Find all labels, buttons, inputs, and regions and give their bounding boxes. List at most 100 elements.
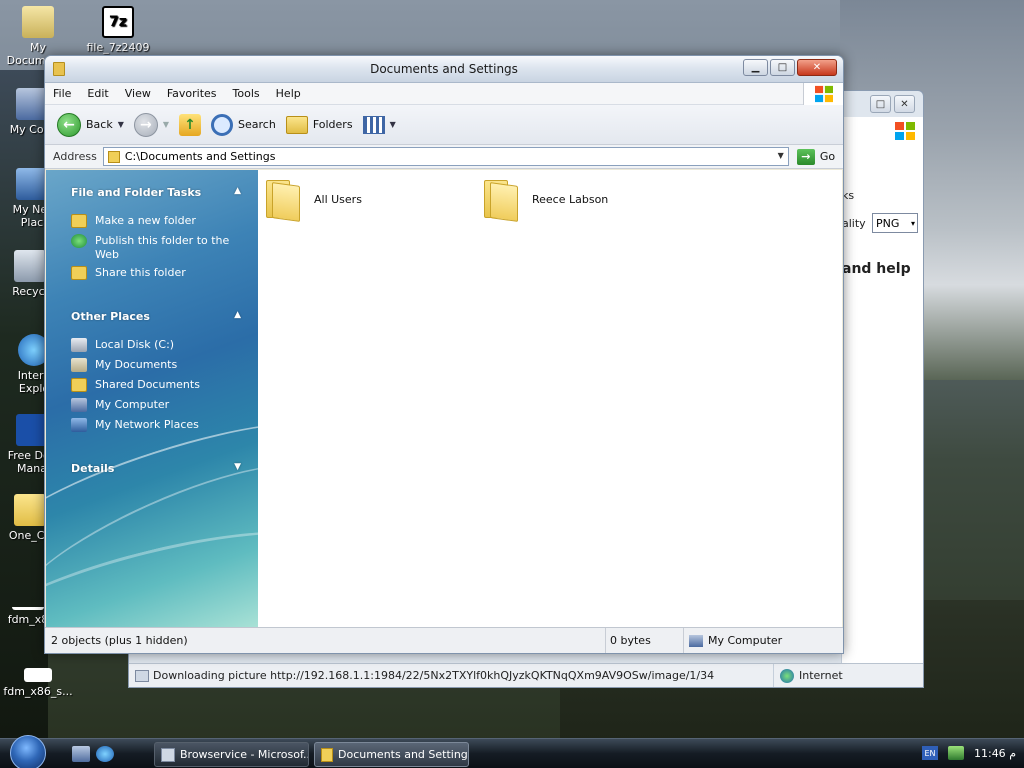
window-controls: ▁ □ ✕ — [743, 59, 837, 76]
file-item-all-users[interactable]: All Users — [264, 178, 362, 222]
folder-icon — [14, 494, 46, 526]
collapse-icon[interactable]: ▲ — [234, 310, 241, 320]
file-item-reece-labson[interactable]: Reece Labson — [482, 178, 608, 222]
back-arrow-icon: ← — [57, 112, 81, 137]
archive-icon: 7z — [102, 6, 134, 38]
file-list: All Users Reece Labson — [258, 170, 842, 628]
search-button[interactable]: Search — [211, 113, 276, 136]
computer-icon — [71, 398, 87, 412]
maximize-button[interactable]: □ — [770, 59, 795, 76]
place-my-computer[interactable]: My Computer — [71, 398, 241, 412]
go-button[interactable]: → Go — [796, 148, 835, 165]
hard-drive-icon — [71, 338, 87, 352]
task-make-new-folder[interactable]: Make a new folder — [71, 214, 241, 228]
collapse-icon[interactable]: ▲ — [234, 186, 241, 196]
menu-bar: File Edit View Favorites Tools Help — [45, 83, 843, 105]
internet-explorer-icon[interactable] — [96, 746, 114, 762]
publish-web-icon — [71, 234, 87, 248]
task-publish-folder[interactable]: Publish this folder to the Web — [71, 234, 241, 262]
title-bar[interactable]: Documents and Settings ▁ □ ✕ — [45, 56, 843, 83]
place-my-network-places[interactable]: My Network Places — [71, 418, 241, 432]
windows-logo-icon — [803, 83, 843, 105]
menu-favorites[interactable]: Favorites — [159, 87, 225, 100]
task-pane: File and Folder Tasks ▲ Make a new folde… — [46, 170, 258, 628]
status-size: 0 bytes — [605, 628, 683, 653]
download-arrow-icon — [12, 578, 44, 610]
folder-icon — [264, 178, 302, 222]
place-shared-documents[interactable]: Shared Documents — [71, 378, 241, 392]
clock[interactable]: 11:46 م — [974, 747, 1016, 760]
task-share-folder[interactable]: Share this folder — [71, 266, 241, 280]
taskbar-button-explorer[interactable]: Documents and Settings — [314, 742, 469, 767]
place-my-documents[interactable]: My Documents — [71, 358, 241, 372]
status-message: Downloading picture http://192.168.1.1:1… — [129, 669, 769, 682]
envelope-icon — [24, 668, 52, 682]
details-header[interactable]: Details ▼ — [71, 462, 241, 475]
status-bar: 2 objects (plus 1 hidden) 0 bytes My Com… — [45, 627, 843, 653]
recycle-bin-icon — [14, 250, 46, 282]
folder-icon — [22, 6, 54, 38]
address-input[interactable]: C:\Documents and Settings ▼ — [102, 147, 789, 166]
up-button[interactable]: ↑ — [179, 113, 202, 136]
menu-edit[interactable]: Edit — [79, 87, 116, 100]
quality-label-fragment: ality — [842, 217, 866, 230]
taskbar-button-browser[interactable]: Browservice - Microsof... — [154, 742, 309, 767]
new-folder-icon — [71, 214, 87, 228]
security-zone: Internet — [773, 664, 923, 687]
other-places-header[interactable]: Other Places ▲ — [71, 310, 241, 323]
browser-window-controls: □ ✕ — [870, 95, 915, 113]
network-status-icon[interactable] — [947, 746, 964, 760]
forward-arrow-icon: → — [133, 112, 158, 137]
toolbar: ← Back ▼ → ▼ ↑ Search Folders ▼ — [45, 105, 843, 145]
menu-tools[interactable]: Tools — [225, 87, 268, 100]
language-indicator[interactable]: EN — [921, 746, 938, 760]
folders-button[interactable]: Folders — [285, 115, 353, 134]
main-content: File and Folder Tasks ▲ Make a new folde… — [46, 170, 842, 628]
globe-icon — [780, 668, 794, 683]
folder-icon — [321, 747, 333, 762]
explorer-window[interactable]: Documents and Settings ▁ □ ✕ File Edit V… — [44, 55, 844, 654]
status-object-count: 2 objects (plus 1 hidden) — [51, 634, 188, 647]
folders-icon — [285, 115, 308, 134]
chevron-down-icon[interactable]: ▼ — [118, 120, 124, 129]
window-title: Documents and Settings — [370, 62, 518, 76]
folder-icon — [482, 178, 520, 222]
menu-view[interactable]: View — [117, 87, 159, 100]
expand-icon[interactable]: ▼ — [234, 462, 241, 472]
status-location: My Computer — [683, 628, 843, 653]
forward-button[interactable]: → ▼ — [133, 112, 169, 137]
address-label: Address — [53, 150, 97, 163]
chevron-down-icon[interactable]: ▼ — [778, 151, 784, 160]
close-button[interactable]: ✕ — [894, 95, 915, 113]
browser-status-bar: Downloading picture http://192.168.1.1:1… — [129, 663, 923, 687]
chevron-down-icon[interactable]: ▼ — [163, 120, 169, 129]
views-icon — [362, 115, 385, 134]
search-icon — [211, 113, 234, 136]
page-icon — [135, 669, 149, 682]
address-bar: Address C:\Documents and Settings ▼ → Go — [45, 145, 843, 169]
back-button[interactable]: ← Back ▼ — [57, 112, 124, 137]
share-folder-icon — [71, 266, 87, 280]
system-tray: EN 11:46 م — [921, 746, 1016, 760]
file-folder-tasks-header[interactable]: File and Folder Tasks ▲ — [71, 186, 241, 199]
folder-icon — [107, 150, 120, 163]
desktop-icon-7z-file[interactable]: 7z file_7z2409 — [80, 6, 156, 54]
place-local-disk[interactable]: Local Disk (C:) — [71, 338, 241, 352]
minimize-button[interactable]: ▁ — [743, 59, 768, 76]
views-button[interactable]: ▼ — [362, 115, 396, 134]
desktop-icon-fdm-setup[interactable]: fdm_x86_s... — [0, 668, 76, 698]
computer-icon — [689, 634, 703, 647]
menu-file[interactable]: File — [45, 87, 79, 100]
start-button[interactable] — [10, 735, 46, 768]
restore-button[interactable]: □ — [870, 95, 891, 113]
chevron-down-icon: ▼ — [389, 120, 396, 129]
spinner-icon: ▾ — [910, 218, 915, 228]
show-desktop-icon[interactable] — [72, 746, 90, 762]
my-documents-icon — [71, 358, 87, 372]
go-arrow-icon: → — [796, 148, 815, 165]
browser-page-icon — [161, 747, 175, 762]
quality-select[interactable]: PNG ▾ — [872, 213, 918, 233]
menu-help[interactable]: Help — [268, 87, 309, 100]
help-heading-fragment: and help — [842, 261, 911, 277]
close-button[interactable]: ✕ — [797, 59, 837, 76]
